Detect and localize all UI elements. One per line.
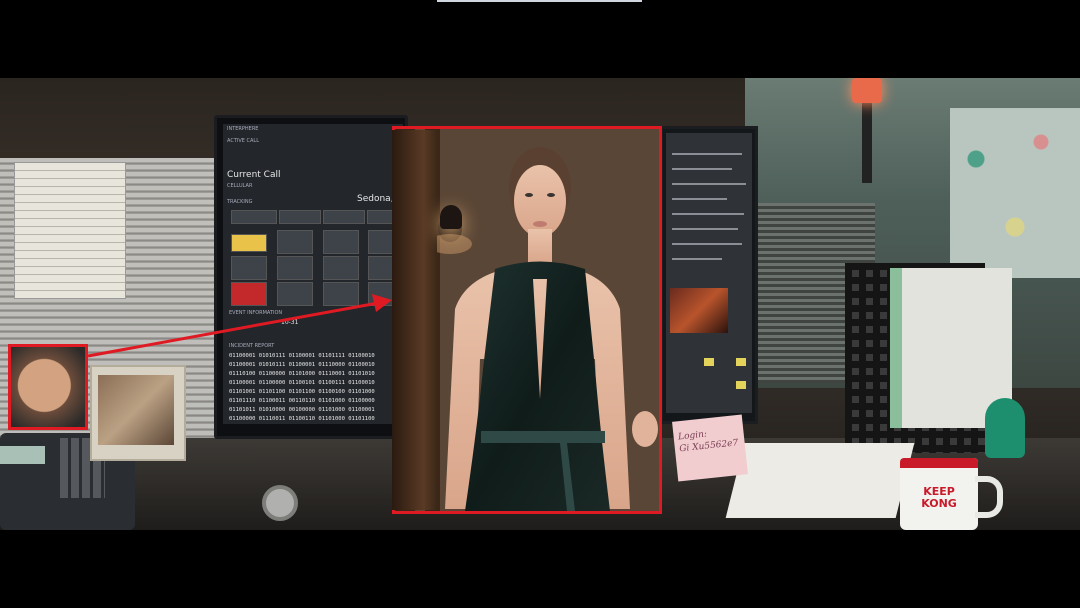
text-line <box>672 198 727 200</box>
wall-lamp <box>440 205 462 229</box>
binary-line-4: 01100001 01100000 01100101 01100111 0110… <box>229 380 375 386</box>
call-heading: Current Call <box>227 170 281 180</box>
action-button-5[interactable] <box>231 256 267 280</box>
incident-report-label: INCIDENT REPORT <box>229 343 275 349</box>
bulletin-board <box>950 108 1080 278</box>
call-type: CELLULAR <box>227 183 253 189</box>
pinned-paper <box>14 162 126 299</box>
highlight-box-small-face <box>8 344 88 430</box>
action-button-3[interactable] <box>323 230 359 254</box>
text-line <box>672 258 722 260</box>
tracking-label: TRACKING <box>227 199 253 205</box>
folder-icon[interactable] <box>704 358 714 366</box>
lamp-pole <box>862 103 872 183</box>
folder-icon[interactable] <box>736 358 746 366</box>
monitor-left: INTERPHERE ACTIVE CALL Current Call CELL… <box>214 115 408 439</box>
tab-button-2[interactable] <box>279 210 321 224</box>
mug-rim <box>900 458 978 468</box>
text-line <box>672 213 744 215</box>
panel-title: ACTIVE CALL <box>227 138 260 144</box>
dispatch-screen: INTERPHERE ACTIVE CALL Current Call CELL… <box>223 124 403 424</box>
green-toy <box>985 398 1025 458</box>
red-lamp <box>852 78 882 103</box>
skeleton-photo <box>670 288 728 333</box>
right-screen <box>666 133 752 413</box>
text-line <box>672 228 738 230</box>
text-line <box>672 243 742 245</box>
app-name: INTERPHERE <box>227 126 259 132</box>
desk-papers <box>725 443 915 518</box>
binary-line-3: 01110100 01100000 01101000 01110001 0110… <box>229 371 375 377</box>
monitor-right <box>660 126 758 424</box>
door-frame <box>392 130 437 510</box>
binary-line-1: 01100001 01010111 01100001 01101111 0110… <box>229 353 375 359</box>
event-code: 10-31 <box>281 319 299 326</box>
binary-line-6: 01101110 01100011 00110110 01101000 0110… <box>229 398 375 404</box>
action-button-11[interactable] <box>323 282 359 306</box>
mug-text: KEEP KONG <box>900 486 978 510</box>
tape-dispenser <box>262 485 298 521</box>
text-line <box>672 168 732 170</box>
binary-line-8: 01100000 01110011 01100110 01101000 0110… <box>229 416 375 422</box>
action-button-2[interactable] <box>277 230 313 254</box>
mug-handle <box>975 476 1003 518</box>
binary-line-2: 01100001 01010111 01100001 01110000 0110… <box>229 362 375 368</box>
folder-icon[interactable] <box>736 381 746 389</box>
event-info-label: EVENT INFORMATION <box>229 310 283 316</box>
tab-button-3[interactable] <box>323 210 365 224</box>
phone-display <box>0 446 45 464</box>
action-button-7[interactable] <box>323 256 359 280</box>
sticky-note-text: Login: Gi Xu5562e7 <box>678 425 747 481</box>
mug-line-2: KONG <box>921 497 957 510</box>
framed-photo <box>98 375 174 445</box>
binary-line-5: 01101001 01101100 01101100 01100100 0110… <box>229 389 375 395</box>
action-button-red[interactable] <box>231 282 267 306</box>
binary-line-7: 01101011 01010000 00100000 01101000 0110… <box>229 407 375 413</box>
top-progress-bar <box>437 0 642 2</box>
tab-button-1[interactable] <box>231 210 277 224</box>
action-button-6[interactable] <box>277 256 313 280</box>
action-button-yellow[interactable] <box>231 234 267 252</box>
text-line <box>672 153 742 155</box>
text-line <box>672 183 746 185</box>
action-button-10[interactable] <box>277 282 313 306</box>
